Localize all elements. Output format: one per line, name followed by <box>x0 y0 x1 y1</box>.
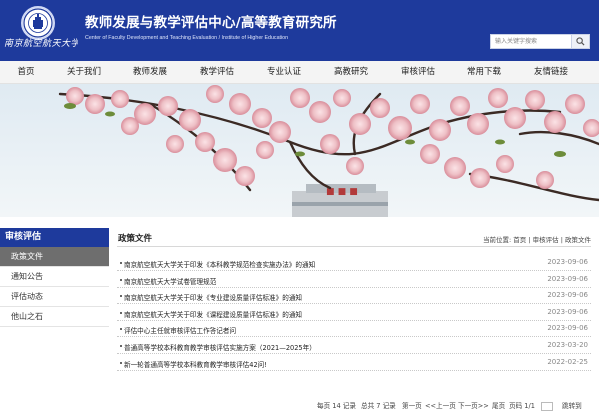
list-item: 新一轮普通高等学校本科教育教学审核评估42问! 2022-02-25 <box>117 355 591 371</box>
document-link[interactable]: 南京航空航天大学关于印发《课程建设质量评估标准》的通知 <box>124 309 302 319</box>
list-item: 南京航空航天大学试卷管理规范 2023-09-06 <box>117 272 591 288</box>
university-seal-logo[interactable] <box>21 6 55 40</box>
breadcrumb-current[interactable]: 政策文件 <box>565 236 591 244</box>
document-link[interactable]: 南京航空航天大学关于印发《本科教学规范检查实施办法》的通知 <box>124 259 315 269</box>
search-box <box>490 34 590 49</box>
document-link[interactable]: 南京航空航天大学试卷管理规范 <box>124 276 216 286</box>
breadcrumb: 当前位置: 首页 | 审核评估 | 政策文件 <box>483 234 591 244</box>
sidebar-item-policy-documents[interactable]: 政策文件 <box>0 247 109 267</box>
main-content: 政策文件 当前位置: 首页 | 审核评估 | 政策文件 南京航空航天大学关于印发… <box>117 228 591 371</box>
search-button[interactable] <box>571 35 589 48</box>
seal-icon <box>23 8 53 38</box>
bullet-icon <box>120 328 122 331</box>
pager-first-button[interactable]: 第一页 <box>402 399 422 413</box>
content-header: 政策文件 当前位置: 首页 | 审核评估 | 政策文件 <box>117 228 591 247</box>
university-name-logo[interactable]: 南京航空航天大学 <box>4 38 78 51</box>
bullet-icon <box>120 344 122 347</box>
search-input[interactable] <box>491 35 572 48</box>
list-item: 南京航空航天大学关于印发《本科教学规范检查实施办法》的通知 2023-09-06 <box>117 255 591 271</box>
nav-item-links[interactable]: 友情链接 <box>534 61 568 84</box>
document-date: 2023-09-06 <box>547 258 588 266</box>
pager-next-button[interactable]: 下一页>> <box>458 399 489 413</box>
page-jump-input[interactable] <box>541 402 553 411</box>
list-item: 普通高等学校本科教育教学审核评估实施方案（2021—2025年） 2023-03… <box>117 338 591 354</box>
nav-item-downloads[interactable]: 常用下载 <box>467 61 501 84</box>
bullet-icon <box>120 311 122 314</box>
breadcrumb-separator: | <box>560 236 563 244</box>
sidebar-title: 审核评估 <box>0 228 109 247</box>
sidebar: 审核评估 政策文件 通知公告 评估动态 他山之石 <box>0 228 109 327</box>
nav-item-audit-evaluation[interactable]: 审核评估 <box>401 61 435 84</box>
main-nav: 首页 关于我们 教师发展 教学评估 专业认证 高教研究 审核评估 常用下载 友情… <box>0 61 599 84</box>
document-date: 2023-09-06 <box>547 324 588 333</box>
nav-item-faculty-development[interactable]: 教师发展 <box>133 61 167 84</box>
pager-page-info: 页码 1/1 <box>509 402 535 410</box>
nav-item-home[interactable]: 首页 <box>17 61 34 84</box>
list-item: 南京航空航天大学关于印发《专业建设质量评估标准》的通知 2023-09-06 <box>117 288 591 305</box>
site-header: 南京航空航天大学 教师发展与教学评估中心/高等教育研究所 Center of F… <box>0 0 599 61</box>
breadcrumb-separator: | <box>528 236 531 244</box>
document-link[interactable]: 新一轮普通高等学校本科教育教学审核评估42问! <box>124 359 267 369</box>
bullet-icon <box>120 361 122 364</box>
document-date: 2023-09-06 <box>547 291 588 300</box>
pager-per-page: 每页 14 记录 <box>317 402 356 410</box>
document-date: 2023-09-06 <box>547 307 588 316</box>
bullet-icon <box>120 262 122 264</box>
sidebar-item-references[interactable]: 他山之石 <box>0 307 109 327</box>
sidebar-item-evaluation-news[interactable]: 评估动态 <box>0 287 109 307</box>
cherry-blossom-banner: ■ ■ ■ <box>0 84 599 217</box>
document-date: 2023-09-06 <box>547 274 588 283</box>
breadcrumb-home[interactable]: 首页 <box>513 236 526 244</box>
search-icon <box>576 37 585 46</box>
pager-total: 总共 7 记录 <box>361 402 396 410</box>
page-title: 政策文件 <box>118 234 153 244</box>
document-date: 2022-02-25 <box>547 357 588 366</box>
nav-item-research[interactable]: 高教研究 <box>334 61 368 84</box>
document-link[interactable]: 南京航空航天大学关于印发《专业建设质量评估标准》的通知 <box>124 292 302 302</box>
banner-image: ■ ■ ■ <box>0 84 599 217</box>
pager-jump-button[interactable]: 跳转到 <box>562 399 582 413</box>
pagination: 每页 14 记录 总共 7 记录 第一页 <<上一页 下一页>> 尾页 页码 1… <box>0 399 599 413</box>
list-item: 评估中心主任就审核评估工作答记者问 2023-09-06 <box>117 321 591 338</box>
document-date: 2023-03-20 <box>547 340 588 349</box>
site-subtitle: Center of Faculty Development and Teachi… <box>85 35 289 41</box>
site-title[interactable]: 教师发展与教学评估中心/高等教育研究所 <box>85 14 337 32</box>
nav-item-teaching-evaluation[interactable]: 教学评估 <box>200 61 234 84</box>
breadcrumb-prefix: 当前位置: <box>483 236 512 244</box>
list-item: 南京航空航天大学关于印发《课程建设质量评估标准》的通知 2023-09-06 <box>117 305 591 321</box>
nav-item-accreditation[interactable]: 专业认证 <box>267 61 301 84</box>
nav-item-about[interactable]: 关于我们 <box>67 61 101 84</box>
bullet-icon <box>120 295 122 298</box>
breadcrumb-section[interactable]: 审核评估 <box>533 236 559 244</box>
document-link[interactable]: 评估中心主任就审核评估工作答记者问 <box>124 325 236 335</box>
pager-last-button[interactable]: 尾页 <box>492 399 505 413</box>
document-list: 南京航空航天大学关于印发《本科教学规范检查实施办法》的通知 2023-09-06… <box>117 255 591 371</box>
bullet-icon <box>120 278 122 281</box>
document-link[interactable]: 普通高等学校本科教育教学审核评估实施方案（2021—2025年） <box>124 342 316 352</box>
sidebar-item-notices[interactable]: 通知公告 <box>0 267 109 287</box>
pager-prev-button[interactable]: <<上一页 <box>425 399 456 413</box>
